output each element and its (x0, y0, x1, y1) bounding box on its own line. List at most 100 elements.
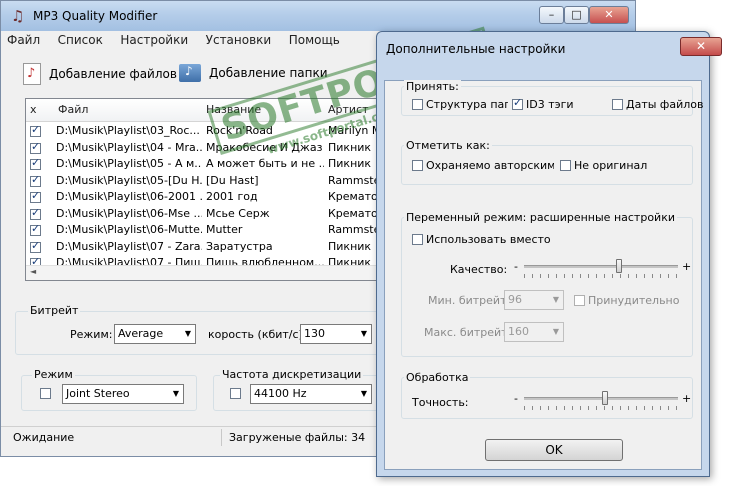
accept-group: Принять: Структура папо ID3 тэги Даты фа… (401, 80, 703, 116)
menubar: Файл Список Настройки Установки Помощь (7, 33, 354, 53)
main-titlebar[interactable]: ♫ MP3 Quality Modifier – □ ✕ (1, 1, 635, 31)
row-file: D:\Musik\Playlist\05-[Du H... (56, 173, 202, 187)
bitrate-speed-select[interactable]: 130 ▼ (300, 324, 372, 344)
chevron-down-icon: ▼ (552, 327, 559, 336)
row-checkbox[interactable] (30, 156, 41, 170)
chevron-down-icon: ▼ (184, 329, 191, 338)
row-checkbox[interactable] (30, 189, 41, 203)
dialog-client: Принять: Структура папо ID3 тэги Даты фа… (384, 80, 703, 470)
row-artist: Крематори (328, 206, 382, 220)
accuracy-slider-thumb[interactable] (602, 391, 608, 405)
copyright-checkbox[interactable] (412, 160, 423, 171)
forced-label: Принудительно (588, 294, 680, 307)
menu-help[interactable]: Помощь (289, 33, 340, 47)
min-bitrate-select[interactable]: 96 ▼ (504, 290, 564, 310)
frequency-checkbox[interactable] (230, 388, 241, 399)
quality-minus: - (514, 260, 518, 273)
row-file: D:\Musik\Playlist\06-2001 ... (56, 190, 202, 203)
row-title: [Du Hast] (206, 173, 259, 187)
accuracy-minus: - (514, 392, 518, 405)
folder-structure-label: Структура папо (426, 98, 508, 111)
frequency-select[interactable]: 44100 Hz ▼ (250, 384, 372, 404)
row-checkbox[interactable] (30, 123, 41, 137)
dialog-close-button[interactable]: ✕ (680, 37, 722, 56)
row-file: D:\Musik\Playlist\06-Mutte... (56, 223, 202, 236)
row-file: D:\Musik\Playlist\07 - Zara... (56, 239, 202, 253)
row-title: Мсье Серж (206, 206, 270, 220)
row-artist: Rammstein (328, 223, 382, 236)
mode-checkbox[interactable] (40, 388, 51, 399)
add-files-button[interactable]: Добавление файлов (23, 63, 177, 85)
ok-button[interactable]: OK (485, 439, 623, 461)
mode-group: Режим Joint Stereo ▼ (21, 368, 197, 411)
max-bitrate-value: 160 (508, 325, 529, 338)
id3-tags-checkbox[interactable] (512, 96, 523, 110)
col-file-header[interactable]: Файл (58, 103, 88, 116)
chevron-down-icon: ▼ (360, 329, 367, 338)
accuracy-label: Точность: (412, 396, 469, 409)
row-file: D:\Musik\Playlist\06-Mse ... (56, 206, 202, 220)
copyright-label: Охраняемо авторским п (426, 159, 554, 172)
row-artist: Крематори (328, 190, 382, 203)
mode-value: Joint Stereo (66, 387, 130, 400)
col-check-header[interactable]: x (30, 103, 37, 116)
quality-plus: + (682, 260, 692, 273)
close-button[interactable]: ✕ (589, 6, 629, 24)
status-divider (221, 429, 222, 446)
frequency-value: 44100 Hz (254, 387, 307, 400)
row-checkbox[interactable] (30, 140, 41, 154)
row-checkbox[interactable] (30, 173, 41, 187)
menu-setup[interactable]: Установки (206, 33, 272, 47)
bitrate-mode-value: Average (118, 327, 164, 340)
table-row[interactable]: D:\Musik\Playlist\05 - А м...А может быт… (26, 156, 382, 173)
mode-select[interactable]: Joint Stereo ▼ (62, 384, 184, 404)
add-files-label: Добавление файлов (49, 67, 177, 81)
not-original-checkbox[interactable] (560, 160, 571, 171)
chevron-down-icon: ▼ (552, 295, 559, 304)
max-bitrate-select[interactable]: 160 ▼ (504, 322, 564, 342)
mark-as-group: Отметить как: Охраняемо авторским п Не о… (401, 139, 693, 185)
mode-group-title: Режим (32, 368, 75, 381)
list-horizontal-scrollbar[interactable]: ◄ (26, 265, 382, 280)
row-checkbox[interactable] (30, 206, 41, 220)
mark-as-group-title: Отметить как: (404, 139, 492, 152)
bitrate-mode-label: Режим: (70, 328, 113, 341)
vbr-group-title: Переменный режим: расширенные настройки (404, 211, 677, 224)
quality-label: Качество: (450, 263, 508, 276)
minimize-button[interactable]: – (539, 6, 564, 24)
table-row[interactable]: D:\Musik\Playlist\06-2001 ... 2001 год Кре… (26, 189, 382, 206)
bitrate-mode-select[interactable]: Average ▼ (114, 324, 196, 344)
dialog-title: Дополнительные настройки (386, 42, 566, 56)
id3-tags-label: ID3 тэги (526, 98, 574, 111)
file-dates-checkbox[interactable] (612, 99, 623, 110)
frequency-group-title: Частота дискретизации (220, 368, 364, 381)
row-checkbox[interactable] (30, 239, 41, 253)
quality-slider-thumb[interactable] (616, 259, 622, 273)
advanced-settings-dialog: Дополнительные настройки ✕ Принять: Стру… (376, 31, 722, 477)
table-row[interactable]: D:\Musik\Playlist\06-Mutte... Mutter Ramms… (26, 222, 382, 239)
menu-file[interactable]: Файл (7, 33, 40, 47)
table-row[interactable]: D:\Musik\Playlist\06-Mse ... Мсье Серж Кре… (26, 206, 382, 223)
accuracy-slider[interactable] (524, 390, 678, 410)
max-bitrate-label: Макс. битрейт: (424, 326, 512, 339)
use-instead-checkbox[interactable] (412, 234, 423, 245)
accuracy-slider-track (524, 397, 678, 400)
table-row[interactable]: D:\Musik\Playlist\05-[Du H... [Du Hast] Ra… (26, 173, 382, 190)
bitrate-group: Битрейт Режим: Average ▼ корость (кбит/с… (15, 304, 381, 355)
maximize-button[interactable]: □ (564, 6, 589, 24)
table-row[interactable]: D:\Musik\Playlist\07 - Zara... Заратустра… (26, 239, 382, 256)
app-icon: ♫ (11, 7, 25, 25)
forced-checkbox[interactable] (574, 295, 585, 306)
music-folder-icon (179, 64, 201, 82)
row-artist: Пикник (328, 239, 372, 253)
music-file-icon (23, 63, 41, 85)
folder-structure-checkbox[interactable] (412, 99, 423, 110)
menu-list[interactable]: Список (58, 33, 103, 47)
bitrate-speed-value: 130 (304, 327, 325, 340)
quality-slider[interactable] (524, 258, 678, 278)
row-file: D:\Musik\Playlist\04 - Mra... (56, 140, 202, 154)
row-checkbox[interactable] (30, 222, 41, 236)
menu-settings[interactable]: Настройки (120, 33, 188, 47)
window-title: MP3 Quality Modifier (33, 9, 158, 23)
frequency-group: Частота дискретизации 44100 Hz ▼ (213, 368, 383, 411)
